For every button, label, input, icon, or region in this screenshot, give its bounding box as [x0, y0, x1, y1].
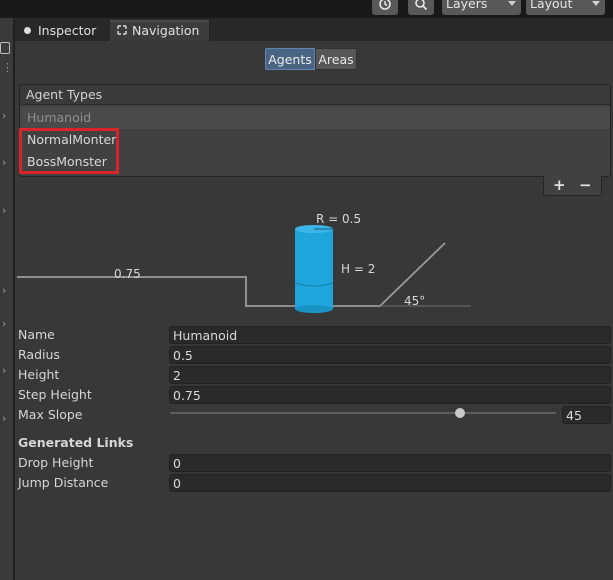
height-label-field: Height: [18, 367, 60, 382]
max-slope-slider[interactable]: [170, 412, 556, 414]
step-height-label: 0.75: [114, 267, 141, 281]
search-icon: [415, 0, 428, 11]
chevron-right-icon[interactable]: ⋮: [2, 61, 13, 74]
layers-label: Layers: [446, 0, 488, 11]
agent-cylinder: [294, 225, 334, 313]
chevron-down-icon: [508, 1, 516, 6]
ground-line: [17, 242, 446, 307]
add-agent-button[interactable]: +: [553, 176, 566, 194]
radius-label-field: Radius: [18, 347, 60, 362]
list-item-humanoid[interactable]: Humanoid: [27, 110, 91, 125]
info-icon: [24, 27, 31, 34]
chevron-right-icon[interactable]: ›: [2, 284, 6, 297]
chevron-right-icon[interactable]: ›: [2, 204, 6, 217]
name-field[interactable]: Humanoid: [169, 326, 611, 344]
jump-distance-field[interactable]: 0: [169, 474, 611, 492]
chevron-right-icon[interactable]: ›: [2, 156, 6, 169]
tab-bar: [15, 18, 613, 41]
history-icon: [379, 0, 391, 10]
layers-dropdown[interactable]: Layers: [442, 0, 521, 15]
list-header: Agent Types: [20, 85, 610, 105]
areas-tab-button[interactable]: Areas: [315, 48, 357, 70]
chevron-right-icon[interactable]: ›: [2, 317, 6, 330]
height-label: H = 2: [341, 262, 375, 276]
radius-label: R = 0.5: [316, 212, 361, 226]
radius-field[interactable]: 0.5: [169, 346, 611, 364]
chevron-right-icon[interactable]: ›: [2, 109, 6, 122]
list-title: Agent Types: [26, 87, 103, 102]
chevron-right-icon[interactable]: ›: [2, 412, 6, 425]
list-footer: [543, 176, 602, 196]
generated-links-heading: Generated Links: [18, 435, 134, 450]
highlight-box: [19, 128, 119, 174]
chevron-down-icon: [592, 1, 600, 6]
left-panel-strip: [0, 18, 13, 580]
jump-distance-label: Jump Distance: [18, 475, 109, 490]
top-toolbar: [0, 0, 613, 18]
max-slope-label: Max Slope: [18, 407, 83, 422]
navigation-icon: [117, 25, 127, 35]
history-button[interactable]: [372, 0, 398, 15]
height-field[interactable]: 2: [169, 366, 611, 384]
tab-divider: [209, 20, 210, 41]
name-label: Name: [18, 327, 55, 342]
max-slope-slider-thumb[interactable]: [454, 408, 465, 418]
tab-inspector[interactable]: Inspector: [38, 21, 96, 41]
step-height-label-field: Step Height: [18, 387, 92, 402]
layout-label: Layout: [530, 0, 573, 11]
panel-icon[interactable]: [0, 42, 10, 54]
agents-tab-button[interactable]: Agents: [265, 48, 315, 70]
max-slope-field[interactable]: 45: [562, 406, 611, 424]
tab-navigation[interactable]: Navigation: [132, 21, 199, 41]
drop-height-label: Drop Height: [18, 455, 94, 470]
remove-agent-button[interactable]: −: [579, 176, 592, 194]
search-button[interactable]: [408, 0, 434, 15]
step-height-field[interactable]: 0.75: [169, 386, 611, 404]
list-item-selected-bg: [20, 107, 610, 129]
drop-height-field[interactable]: 0: [169, 454, 611, 472]
chevron-right-icon[interactable]: ›: [2, 364, 6, 377]
layout-dropdown[interactable]: Layout: [526, 0, 605, 15]
agent-diagram: R = 0.5 H = 2 0.75 45°: [17, 212, 471, 313]
slope-label: 45°: [404, 294, 425, 308]
